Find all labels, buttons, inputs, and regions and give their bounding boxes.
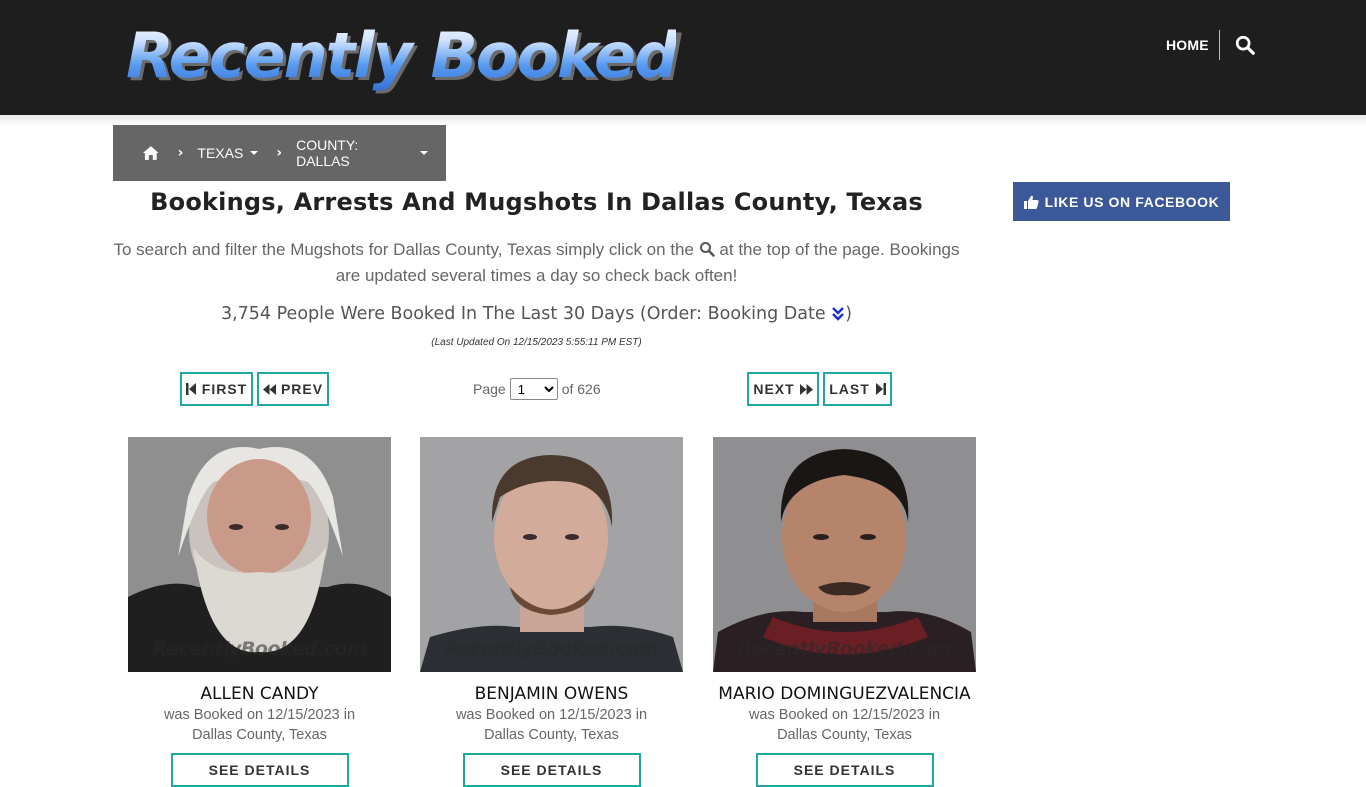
breadcrumb-state-label: TEXAS (197, 145, 244, 161)
booked-date: was Booked on 12/15/2023 in (455, 707, 648, 723)
page-label: Page (473, 381, 506, 397)
facebook-like-label: LIKE US ON FACEBOOK (1044, 193, 1220, 210)
site-logo[interactable]: Recently Booked (126, 18, 678, 93)
home-icon[interactable] (142, 145, 160, 161)
intro-text-start: To search and filter the Mugshots for Da… (113, 240, 694, 259)
facebook-like-button[interactable]: LIKE US ON FACEBOOK (1013, 182, 1230, 221)
search-icon[interactable] (1234, 34, 1256, 56)
booking-count-text: 3,754 People Were Booked In The Last 30 … (220, 304, 826, 324)
thumbs-up-icon (1023, 195, 1039, 209)
watermark: RecentlyBooked.com (152, 638, 367, 660)
see-details-button[interactable]: SEE DETAILS (462, 753, 641, 787)
mugshot-image (128, 437, 391, 672)
booking-card: RecentlyBooked.com ALLEN CANDY was Booke… (128, 437, 391, 787)
breadcrumb-state[interactable]: TEXAS (197, 145, 259, 161)
caret-down-icon (420, 151, 428, 155)
prev-page-label: PREV (280, 381, 324, 397)
mugshot-photo[interactable]: RecentlyBooked.com (713, 437, 976, 672)
caret-down-icon (250, 151, 259, 155)
nav-home-link[interactable]: HOME (1166, 35, 1209, 55)
step-backward-icon (185, 383, 196, 395)
booked-location: Dallas County, Texas (484, 727, 619, 743)
breadcrumb: › TEXAS › COUNTY: DALLAS (113, 125, 446, 181)
breadcrumb-county-label: COUNTY: DALLAS (296, 137, 359, 169)
last-page-label: LAST (829, 381, 870, 397)
booked-date: was Booked on 12/15/2023 in (748, 707, 941, 723)
mugshot-image (420, 437, 683, 672)
booking-card: RecentlyBooked.com MARIO DOMINGUEZVALENC… (713, 437, 976, 787)
intro-text: To search and filter the Mugshots for Da… (113, 237, 960, 289)
booking-count: 3,754 People Were Booked In The Last 30 … (113, 304, 960, 324)
prev-page-button[interactable]: PREV (257, 372, 329, 406)
nav-divider (1219, 30, 1220, 60)
first-page-label: FIRST (201, 381, 248, 397)
booked-date: was Booked on 12/15/2023 in (163, 707, 356, 723)
mugshot-photo[interactable]: RecentlyBooked.com (420, 437, 683, 672)
see-details-button[interactable]: SEE DETAILS (755, 753, 934, 787)
watermark: RecentlyBooked.com (444, 638, 659, 660)
booked-location: Dallas County, Texas (777, 727, 912, 743)
person-name[interactable]: MARIO DOMINGUEZVALENCIA (713, 683, 976, 705)
search-icon (699, 242, 715, 257)
last-page-button[interactable]: LAST (823, 372, 892, 406)
booking-count-close: ) (845, 304, 853, 324)
first-page-button[interactable]: FIRST (180, 372, 253, 406)
person-name[interactable]: BENJAMIN OWENS (420, 683, 683, 705)
next-page-button[interactable]: NEXT (747, 372, 819, 406)
page-title: Bookings, Arrests And Mugshots In Dallas… (150, 188, 923, 216)
mugshot-photo[interactable]: RecentlyBooked.com (128, 437, 391, 672)
booked-location: Dallas County, Texas (192, 727, 327, 743)
page-select[interactable]: 1 (509, 378, 558, 400)
booking-card: RecentlyBooked.com BENJAMIN OWENS was Bo… (420, 437, 683, 787)
next-page-label: NEXT (753, 381, 795, 397)
page-selector: Page 1 of 626 (473, 378, 601, 400)
last-updated: (Last Updated On 12/15/2023 5:55:11 PM E… (431, 337, 642, 348)
page-total: of 626 (561, 381, 601, 397)
backward-icon (262, 383, 276, 395)
breadcrumb-county[interactable]: COUNTY: DALLAS (296, 137, 428, 169)
mugshot-image (713, 437, 976, 672)
forward-icon (799, 383, 813, 395)
step-forward-icon (875, 383, 886, 395)
chevron-right-icon: › (276, 145, 283, 161)
person-name[interactable]: ALLEN CANDY (128, 683, 391, 705)
site-header: Recently Booked Recently Booked HOME (0, 0, 1366, 115)
watermark: RecentlyBooked.com (737, 638, 952, 660)
chevron-right-icon: › (177, 145, 184, 161)
see-details-button[interactable]: SEE DETAILS (170, 753, 349, 787)
double-chevron-down-icon[interactable] (831, 305, 845, 321)
